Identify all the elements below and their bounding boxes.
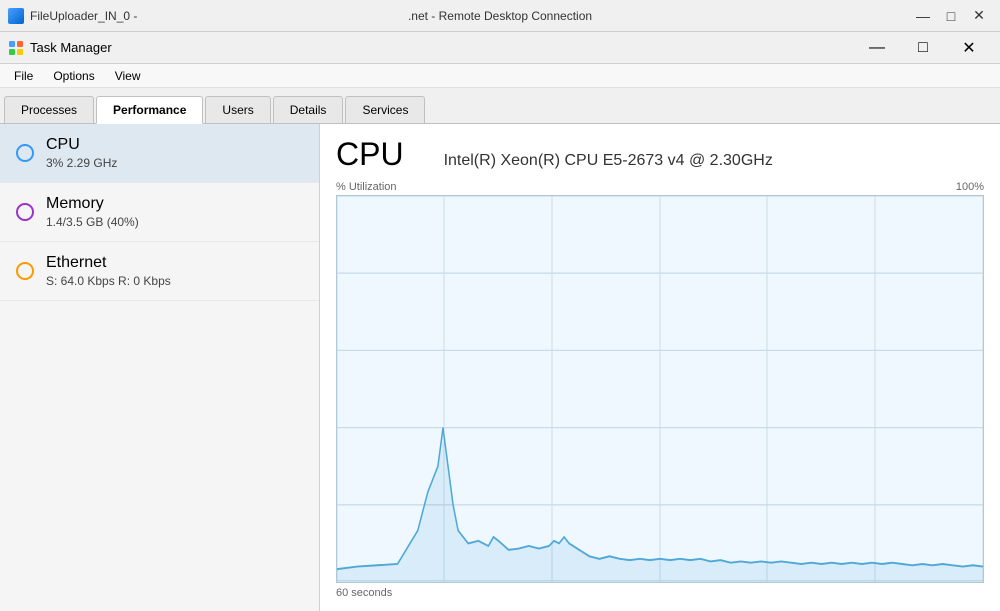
sidebar-item-memory[interactable]: Memory 1.4/3.5 GB (40%): [0, 183, 319, 242]
memory-detail: 1.4/3.5 GB (40%): [46, 215, 139, 229]
tm-title-left: Task Manager: [8, 40, 112, 56]
tab-bar: Processes Performance Users Details Serv…: [0, 88, 1000, 124]
memory-name: Memory: [46, 195, 139, 213]
menu-bar: File Options View: [0, 64, 1000, 88]
ethernet-detail: S: 64.0 Kbps R: 0 Kbps: [46, 274, 171, 288]
cpu-indicator-dot: [16, 144, 34, 162]
tm-title-text: Task Manager: [30, 40, 112, 55]
cpu-detail: 3% 2.29 GHz: [46, 156, 117, 170]
main-content: CPU 3% 2.29 GHz Memory 1.4/3.5 GB (40%) …: [0, 124, 1000, 611]
tab-details[interactable]: Details: [273, 96, 344, 123]
tm-app-icon: [8, 40, 24, 56]
menu-file[interactable]: File: [6, 67, 41, 85]
sidebar-item-ethernet[interactable]: Ethernet S: 64.0 Kbps R: 0 Kbps: [0, 242, 319, 301]
cpu-header: CPU Intel(R) Xeon(R) CPU E5-2673 v4 @ 2.…: [336, 136, 984, 173]
cpu-panel-subtitle: Intel(R) Xeon(R) CPU E5-2673 v4 @ 2.30GH…: [444, 152, 773, 170]
rdp-title-center: .net - Remote Desktop Connection: [408, 9, 592, 23]
tab-performance[interactable]: Performance: [96, 96, 203, 124]
cpu-panel: CPU Intel(R) Xeon(R) CPU E5-2673 v4 @ 2.…: [320, 124, 1000, 611]
sidebar-item-cpu[interactable]: CPU 3% 2.29 GHz: [0, 124, 319, 183]
menu-options[interactable]: Options: [45, 67, 102, 85]
chart-footer: 60 seconds: [336, 587, 984, 599]
sidebar: CPU 3% 2.29 GHz Memory 1.4/3.5 GB (40%) …: [0, 124, 320, 611]
cpu-chart-container: % Utilization 100%: [336, 181, 984, 599]
tab-services[interactable]: Services: [345, 96, 425, 123]
taskmanager-window: Task Manager — □ ✕ File Options View Pro…: [0, 32, 1000, 611]
tm-restore-button[interactable]: □: [900, 32, 946, 64]
tm-window-controls: — □ ✕: [854, 32, 992, 64]
tab-users[interactable]: Users: [205, 96, 270, 123]
chart-axis-labels: % Utilization 100%: [336, 181, 984, 193]
rdp-title-text: FileUploader_IN_0 -: [30, 9, 137, 23]
cpu-name: CPU: [46, 136, 117, 154]
memory-indicator-dot: [16, 203, 34, 221]
cpu-chart-area: [336, 195, 984, 583]
rdp-titlebar: FileUploader_IN_0 - .net - Remote Deskto…: [0, 0, 1000, 32]
cpu-info: CPU 3% 2.29 GHz: [46, 136, 117, 170]
time-label: 60 seconds: [336, 587, 392, 599]
rdp-app-icon: [8, 8, 24, 24]
rdp-minimize-button[interactable]: —: [910, 6, 936, 26]
rdp-close-button[interactable]: ✕: [966, 6, 992, 26]
ethernet-info: Ethernet S: 64.0 Kbps R: 0 Kbps: [46, 254, 171, 288]
rdp-window-controls: — □ ✕: [910, 6, 992, 26]
rdp-title-left: FileUploader_IN_0 -: [8, 8, 137, 24]
cpu-chart-svg: [337, 196, 983, 582]
tm-close-button[interactable]: ✕: [946, 32, 992, 64]
utilization-label: % Utilization: [336, 181, 397, 193]
tab-processes[interactable]: Processes: [4, 96, 94, 123]
max-label: 100%: [956, 181, 984, 193]
ethernet-name: Ethernet: [46, 254, 171, 272]
menu-view[interactable]: View: [107, 67, 149, 85]
tm-titlebar: Task Manager — □ ✕: [0, 32, 1000, 64]
ethernet-indicator-dot: [16, 262, 34, 280]
cpu-panel-title: CPU: [336, 136, 404, 173]
tm-minimize-button[interactable]: —: [854, 32, 900, 64]
memory-info: Memory 1.4/3.5 GB (40%): [46, 195, 139, 229]
rdp-restore-button[interactable]: □: [938, 6, 964, 26]
